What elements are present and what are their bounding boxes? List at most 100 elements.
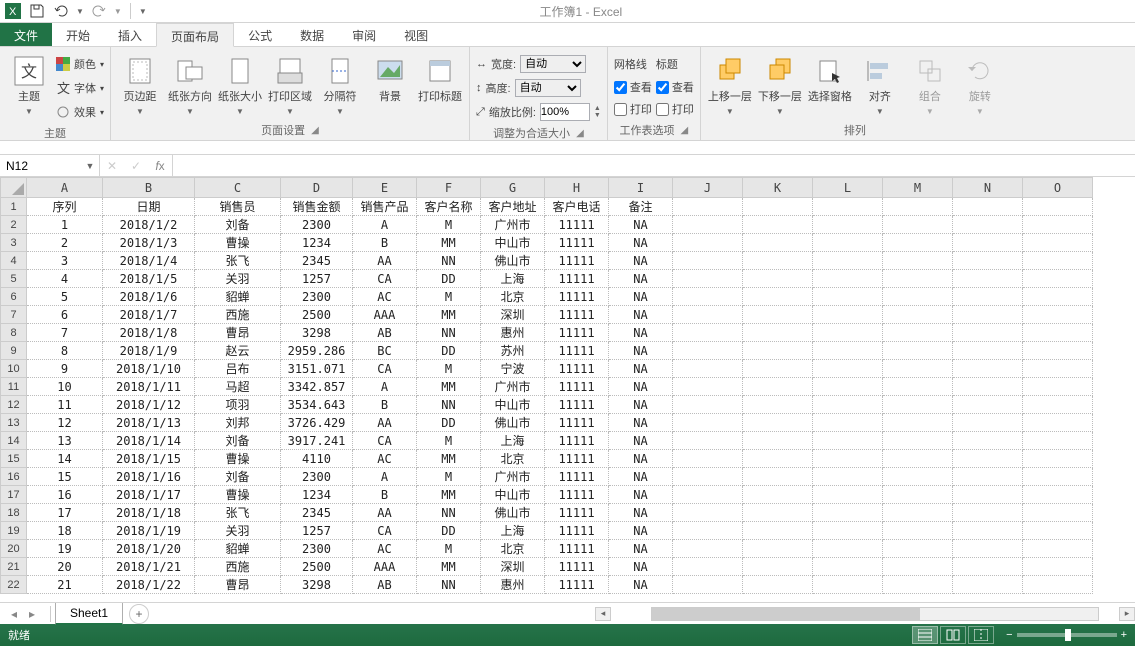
cell[interactable]: 11111 xyxy=(545,360,609,378)
cell[interactable]: 刘备 xyxy=(195,432,281,450)
cell[interactable]: AA xyxy=(353,504,417,522)
dialog-launcher-icon[interactable]: ◢ xyxy=(576,128,584,139)
cell[interactable]: 佛山市 xyxy=(481,252,545,270)
cell[interactable] xyxy=(813,414,883,432)
headings-view-check[interactable]: 查看 xyxy=(656,77,694,97)
tab-6[interactable]: 视图 xyxy=(390,23,442,46)
cell[interactable] xyxy=(673,576,743,594)
col-header[interactable]: J xyxy=(673,178,743,198)
cell[interactable]: B xyxy=(353,396,417,414)
cell[interactable]: MM xyxy=(417,306,481,324)
row-header[interactable]: 16 xyxy=(1,468,27,486)
cell[interactable]: 16 xyxy=(27,486,103,504)
cell[interactable] xyxy=(953,378,1023,396)
cell[interactable]: 佛山市 xyxy=(481,504,545,522)
cell[interactable] xyxy=(813,468,883,486)
col-header[interactable]: C xyxy=(195,178,281,198)
cell[interactable] xyxy=(883,396,953,414)
view-page-break-icon[interactable] xyxy=(968,626,994,644)
cell[interactable]: 广州市 xyxy=(481,216,545,234)
cell[interactable] xyxy=(1023,468,1093,486)
row-header[interactable]: 2 xyxy=(1,216,27,234)
row-header[interactable]: 4 xyxy=(1,252,27,270)
cell[interactable]: 刘备 xyxy=(195,468,281,486)
cell[interactable]: 3726.429 xyxy=(281,414,353,432)
cell[interactable]: 曹操 xyxy=(195,234,281,252)
cell[interactable] xyxy=(813,378,883,396)
cell[interactable] xyxy=(673,540,743,558)
cell[interactable]: 3534.643 xyxy=(281,396,353,414)
cell[interactable]: 2018/1/17 xyxy=(103,486,195,504)
cell[interactable]: B xyxy=(353,486,417,504)
cell[interactable]: 销售金额 xyxy=(281,198,353,216)
cell[interactable] xyxy=(673,450,743,468)
cell[interactable]: 貂蝉 xyxy=(195,540,281,558)
print-area-button[interactable]: 打印区域▼ xyxy=(267,49,313,119)
cell[interactable]: 7 xyxy=(27,324,103,342)
row-header[interactable]: 20 xyxy=(1,540,27,558)
cell[interactable]: 11111 xyxy=(545,270,609,288)
cell[interactable] xyxy=(883,216,953,234)
cell[interactable]: NA xyxy=(609,216,673,234)
cell[interactable] xyxy=(953,342,1023,360)
cell[interactable]: 2500 xyxy=(281,306,353,324)
cell[interactable] xyxy=(813,558,883,576)
cell[interactable]: 客户地址 xyxy=(481,198,545,216)
cell[interactable]: DD xyxy=(417,522,481,540)
cell[interactable] xyxy=(743,558,813,576)
col-header[interactable]: N xyxy=(953,178,1023,198)
cell[interactable] xyxy=(1023,486,1093,504)
col-header[interactable]: B xyxy=(103,178,195,198)
cell[interactable]: 关羽 xyxy=(195,270,281,288)
cell[interactable]: 曹昂 xyxy=(195,324,281,342)
cell[interactable] xyxy=(883,486,953,504)
cell[interactable]: 2018/1/16 xyxy=(103,468,195,486)
cell[interactable]: 18 xyxy=(27,522,103,540)
cell[interactable] xyxy=(673,198,743,216)
sheet-tab[interactable]: Sheet1 xyxy=(55,603,123,625)
cell[interactable]: 上海 xyxy=(481,432,545,450)
tab-3[interactable]: 公式 xyxy=(234,23,286,46)
cell[interactable] xyxy=(813,234,883,252)
cell[interactable] xyxy=(953,576,1023,594)
cell[interactable]: A xyxy=(353,216,417,234)
cell[interactable]: 11111 xyxy=(545,306,609,324)
cell[interactable]: NN xyxy=(417,324,481,342)
cell[interactable] xyxy=(673,468,743,486)
undo-icon[interactable] xyxy=(52,2,70,20)
cell[interactable]: 4 xyxy=(27,270,103,288)
cell[interactable]: 2018/1/7 xyxy=(103,306,195,324)
cell[interactable]: 中山市 xyxy=(481,486,545,504)
cell[interactable] xyxy=(743,324,813,342)
cell[interactable]: 11111 xyxy=(545,432,609,450)
cell[interactable]: NA xyxy=(609,396,673,414)
col-header[interactable]: D xyxy=(281,178,353,198)
cell[interactable] xyxy=(813,324,883,342)
cell[interactable]: 2018/1/5 xyxy=(103,270,195,288)
theme-fonts-button[interactable]: 文字体▾ xyxy=(56,77,104,99)
selection-pane-button[interactable]: 选择窗格 xyxy=(807,49,853,119)
cell[interactable]: 上海 xyxy=(481,522,545,540)
height-select[interactable]: 自动 xyxy=(515,79,581,97)
cell[interactable]: NN xyxy=(417,252,481,270)
cell[interactable]: MM xyxy=(417,558,481,576)
undo-dropdown-icon[interactable]: ▼ xyxy=(76,7,84,16)
cell[interactable] xyxy=(673,486,743,504)
scroll-right-icon[interactable]: ▸ xyxy=(1119,607,1135,621)
cell[interactable] xyxy=(813,270,883,288)
cell[interactable] xyxy=(813,450,883,468)
cell[interactable] xyxy=(953,216,1023,234)
cell[interactable]: 2018/1/8 xyxy=(103,324,195,342)
cell[interactable]: 11111 xyxy=(545,396,609,414)
cell[interactable] xyxy=(743,378,813,396)
cell[interactable] xyxy=(953,486,1023,504)
tab-5[interactable]: 审阅 xyxy=(338,23,390,46)
cell[interactable]: CA xyxy=(353,432,417,450)
cell[interactable]: CA xyxy=(353,522,417,540)
cell[interactable] xyxy=(883,522,953,540)
cell[interactable]: 关羽 xyxy=(195,522,281,540)
gridlines-print-check[interactable]: 打印 xyxy=(614,99,652,119)
row-header[interactable]: 6 xyxy=(1,288,27,306)
cell[interactable]: M xyxy=(417,360,481,378)
cell[interactable] xyxy=(883,252,953,270)
